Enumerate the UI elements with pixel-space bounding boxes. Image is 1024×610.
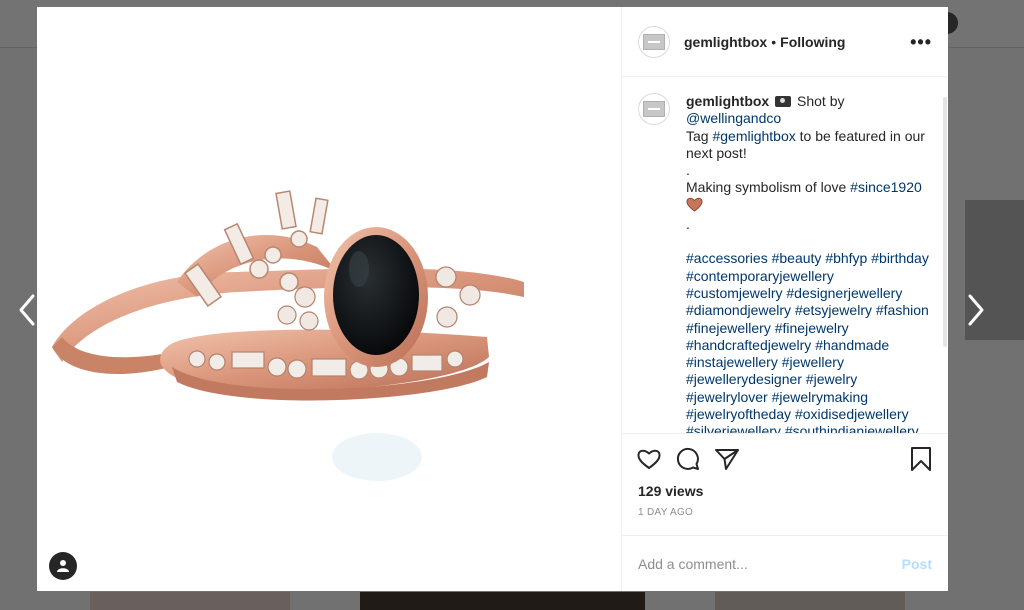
bookmark-save-icon[interactable] [908, 446, 934, 472]
comment-input[interactable] [638, 555, 902, 572]
post-sidebar: gemlightbox • Following ••• gemlightbox … [621, 7, 948, 591]
caption-text: gemlightbox Shot by @wellingandco Tag #g… [686, 93, 930, 433]
heart-like-icon[interactable] [636, 446, 662, 472]
hashtag-link[interactable]: #etsyjewelry [795, 302, 872, 318]
camera-emoji-icon [775, 96, 792, 107]
hashtag-link[interactable]: #since1920 [850, 179, 922, 195]
caption-tag-prefix: Tag [686, 127, 709, 144]
hashtag-link[interactable]: #handmade [815, 337, 889, 353]
more-options-icon[interactable]: ••• [910, 33, 932, 51]
caption-author-avatar[interactable] [638, 93, 670, 125]
hashtag-link[interactable]: #oxidisedjewellery [795, 406, 909, 422]
caption-dot: . [686, 162, 690, 179]
hashtag-link[interactable]: #finejewelry [775, 320, 849, 336]
caption-symbolism-text: Making symbolism of love [686, 179, 847, 196]
previous-post-arrow-icon[interactable] [15, 290, 39, 330]
hashtag-link[interactable]: #jewellerydesigner [686, 371, 802, 387]
comment-icon[interactable] [675, 446, 701, 472]
hashtag-link[interactable]: #contemporaryjewellery [686, 268, 834, 284]
post-timestamp[interactable]: 1 DAY AGO [622, 507, 948, 535]
hashtag-link[interactable]: #instajewellery [686, 354, 778, 370]
hashtag-link[interactable]: #birthday [871, 250, 929, 266]
caption-scroll-area[interactable]: gemlightbox Shot by @wellingandco Tag #g… [622, 77, 948, 433]
hashtag-link[interactable]: #designerjewellery [786, 285, 902, 301]
next-post-arrow-icon[interactable] [964, 290, 988, 330]
caption-username[interactable]: gemlightbox [686, 93, 769, 109]
share-direct-icon[interactable] [714, 446, 740, 472]
hashtag-link[interactable]: #jewelry [806, 371, 857, 387]
hashtag-link[interactable]: #bhfyp [825, 250, 867, 266]
caption-shot-by: Shot by [797, 93, 845, 109]
post-modal: gemlightbox • Following ••• gemlightbox … [37, 7, 948, 591]
post-header: gemlightbox • Following ••• [622, 7, 948, 77]
mention-link[interactable]: @wellingandco [686, 110, 781, 126]
tagged-users-button[interactable] [49, 552, 77, 580]
hashtag-link[interactable]: #handcraftedjewelry [686, 337, 811, 353]
hashtag-list: #accessories #beauty #bhfyp #birthday #c… [686, 250, 930, 433]
hashtag-link[interactable]: #fashion [876, 302, 929, 318]
hashtag-link[interactable]: #jewelrylover [686, 389, 768, 405]
hashtag-link[interactable]: #beauty [772, 250, 822, 266]
ring-photo [52, 190, 524, 481]
hashtag-link[interactable]: #gemlightbox [712, 128, 795, 144]
hashtag-link[interactable]: #accessories [686, 250, 768, 266]
comment-form: Post [622, 535, 948, 591]
header-separator: • [771, 33, 777, 50]
hashtag-link[interactable]: #jewelrymaking [772, 389, 868, 405]
post-comment-button[interactable]: Post [902, 556, 932, 572]
action-bar [622, 433, 948, 483]
hashtag-link[interactable]: #jewellery [782, 354, 844, 370]
hashtag-link[interactable]: #diamondjewelry [686, 302, 791, 318]
author-avatar[interactable] [638, 25, 670, 58]
hashtag-link[interactable]: #jewelryoftheday [686, 406, 791, 422]
hashtag-link[interactable]: #southindianjewellery [785, 423, 919, 433]
user-icon [57, 560, 69, 572]
caption-scrollbar[interactable] [943, 97, 947, 347]
view-count[interactable]: 129 views [622, 483, 948, 503]
heart-emoji-icon [686, 197, 703, 216]
hashtag-link[interactable]: #customjewelry [686, 285, 782, 301]
post-media[interactable] [37, 7, 621, 591]
caption-dot: . [686, 216, 690, 233]
following-button[interactable]: Following [780, 34, 845, 50]
hashtag-link[interactable]: #silverjewellery [686, 423, 781, 433]
author-username[interactable]: gemlightbox [684, 34, 767, 50]
hashtag-link[interactable]: #finejewellery [686, 320, 771, 336]
